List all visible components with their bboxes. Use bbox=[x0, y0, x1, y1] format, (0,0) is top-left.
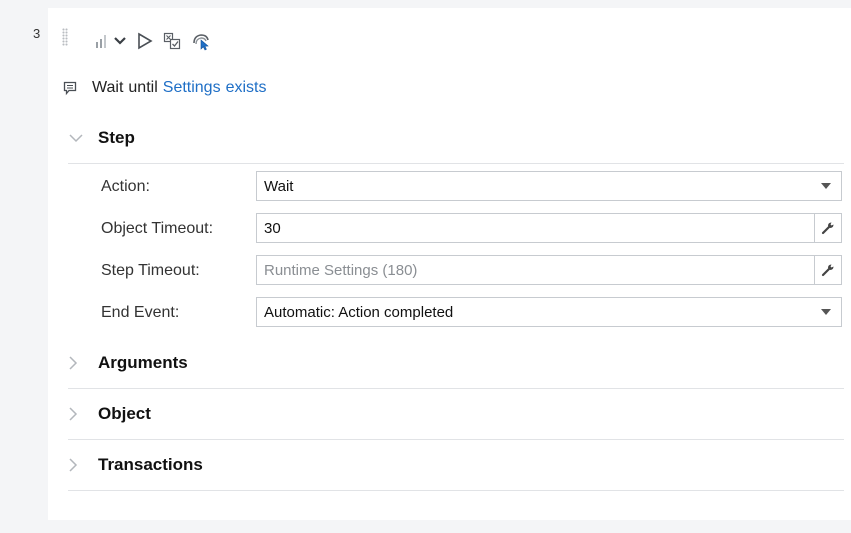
summary-object-link[interactable]: Settings bbox=[163, 78, 221, 98]
summary-connector: until bbox=[128, 79, 158, 96]
object-timeout-label: Object Timeout: bbox=[101, 220, 214, 237]
play-icon bbox=[138, 32, 153, 50]
highlight-object-button[interactable] bbox=[191, 30, 211, 52]
step-number: 3 bbox=[33, 26, 41, 41]
summary-condition-link[interactable]: exists bbox=[226, 78, 267, 98]
chevron-down-icon bbox=[68, 133, 98, 143]
section-header-object[interactable]: Object bbox=[68, 389, 844, 440]
object-timeout-value[interactable]: 30 bbox=[257, 220, 814, 237]
chevron-down-icon bbox=[114, 37, 126, 45]
action-label: Action: bbox=[101, 178, 150, 195]
comment-icon[interactable] bbox=[62, 80, 78, 96]
step-timeout-input[interactable]: Runtime Settings (180) bbox=[256, 255, 842, 285]
action-select[interactable]: Wait bbox=[256, 171, 842, 201]
step-timeout-placeholder[interactable]: Runtime Settings (180) bbox=[257, 262, 814, 279]
section-title-transactions: Transactions bbox=[98, 455, 203, 474]
step-summary: Wait until Settings exists bbox=[62, 78, 271, 98]
section-header-transactions[interactable]: Transactions bbox=[68, 440, 844, 491]
copy-checkbox-icon bbox=[163, 32, 181, 50]
dropdown-arrow-icon[interactable] bbox=[811, 298, 841, 326]
section-title-arguments: Arguments bbox=[98, 353, 188, 372]
section-header-arguments[interactable]: Arguments bbox=[68, 338, 844, 389]
section-title-step: Step bbox=[98, 128, 135, 147]
end-event-label: End Event: bbox=[101, 304, 180, 321]
step-timeout-label: Step Timeout: bbox=[101, 262, 200, 279]
pointer-object-icon bbox=[193, 34, 209, 51]
section-header-step[interactable]: Step bbox=[68, 113, 844, 164]
section-title-object: Object bbox=[98, 404, 151, 423]
chevron-right-icon bbox=[68, 355, 98, 371]
object-timeout-input[interactable]: 30 bbox=[256, 213, 842, 243]
dropdown-arrow-icon[interactable] bbox=[811, 172, 841, 200]
drag-handle-icon[interactable] bbox=[62, 28, 68, 46]
end-event-value: Automatic: Action completed bbox=[264, 303, 454, 321]
end-event-select[interactable]: Automatic: Action completed bbox=[256, 297, 842, 327]
bar-chart-icon bbox=[96, 35, 106, 48]
stats-dropdown-button[interactable] bbox=[95, 30, 127, 52]
run-step-button[interactable] bbox=[137, 30, 153, 52]
chevron-right-icon bbox=[68, 406, 98, 422]
wrench-icon[interactable] bbox=[814, 256, 841, 284]
chevron-right-icon bbox=[68, 457, 98, 473]
checkpoint-button[interactable] bbox=[163, 30, 181, 52]
wrench-icon[interactable] bbox=[814, 214, 841, 242]
step-toolbar bbox=[95, 30, 221, 52]
summary-verb: Wait bbox=[92, 79, 124, 96]
action-value: Wait bbox=[264, 177, 294, 195]
